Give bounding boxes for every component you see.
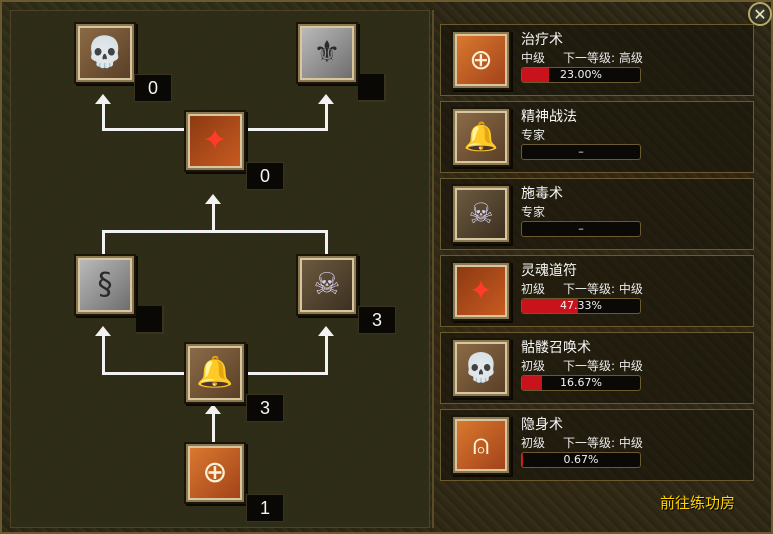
skill-icon-frame: 🔔 <box>451 107 511 167</box>
skill-points-count: 3 <box>246 394 284 422</box>
skill-name: 隐身术 <box>521 417 563 433</box>
skill-row[interactable]: ⊕ 治疗术中级 下一等级: 高级 23.00% <box>440 24 754 96</box>
connector <box>102 334 105 374</box>
connector <box>325 230 328 256</box>
skill-icon-frame: ⍝ <box>451 415 511 475</box>
arrow-up-icon <box>205 194 221 204</box>
connector <box>325 102 328 130</box>
progress-bar: 23.00% <box>521 67 641 83</box>
skill-level: 初级 <box>521 436 546 450</box>
progress-text: – <box>578 145 584 158</box>
connector <box>212 410 215 442</box>
progress-bar: – <box>521 221 641 237</box>
empty-count-slot <box>136 306 164 334</box>
arrow-up-icon <box>318 326 334 336</box>
tree-node-soul-talisman[interactable]: ✦ <box>184 110 246 172</box>
tree-node-stone-rune-left[interactable]: § <box>74 254 136 316</box>
skill-level: 专家 <box>521 128 546 142</box>
spirit-bell-icon: 🔔 <box>457 113 505 161</box>
arrow-up-icon <box>205 404 221 414</box>
skill-row[interactable]: ✦ 灵魂道符初级 下一等级: 中级 47.33% <box>440 255 754 327</box>
goto-training-room-link[interactable]: 前往练功房 <box>660 492 735 513</box>
skill-points-count: 0 <box>246 162 284 190</box>
healing-cross-icon: ⊕ <box>457 36 505 84</box>
skill-level: 专家 <box>521 205 546 219</box>
skill-points-count: 1 <box>246 494 284 522</box>
soul-talisman-icon: ✦ <box>190 116 240 166</box>
stone-rune-icon: ⚜ <box>302 28 352 78</box>
skill-icon-frame: 💀 <box>451 338 511 398</box>
next-level-text: 下一等级: 中级 <box>563 436 643 450</box>
skill-row[interactable]: ☠ 施毒术专家 – <box>440 178 754 250</box>
skill-level: 初级 <box>521 359 546 373</box>
poison-skull-icon: ☠ <box>457 190 505 238</box>
connector <box>212 202 215 232</box>
stealth-rune-icon: ⍝ <box>457 421 505 469</box>
close-button[interactable]: ✕ <box>748 2 772 26</box>
skull-icon: 💀 <box>80 28 130 78</box>
skill-points-count: 0 <box>134 74 172 102</box>
arrow-up-icon <box>95 94 111 104</box>
connector <box>244 372 328 375</box>
spirit-bell-icon: 🔔 <box>190 348 240 398</box>
progress-text: 0.67% <box>563 453 599 466</box>
stone-rune-icon: § <box>80 260 130 310</box>
skill-name: 灵魂道符 <box>521 263 577 279</box>
connector <box>325 334 328 374</box>
skill-icon-frame: ⊕ <box>451 30 511 90</box>
skill-row[interactable]: ⍝ 隐身术初级 下一等级: 中级 0.67% <box>440 409 754 481</box>
arrow-up-icon <box>318 94 334 104</box>
progress-text: 23.00% <box>560 68 602 81</box>
tree-node-skeleton[interactable]: 💀 <box>74 22 136 84</box>
soul-talisman-icon: ✦ <box>457 267 505 315</box>
skill-level: 初级 <box>521 282 546 296</box>
skill-name: 治疗术 <box>521 32 563 48</box>
tree-node-healing[interactable]: ⊕ <box>184 442 246 504</box>
progress-text: – <box>578 222 584 235</box>
skull-icon: 💀 <box>457 344 505 392</box>
progress-bar: 0.67% <box>521 452 641 468</box>
connector <box>102 230 328 233</box>
connector <box>102 230 105 256</box>
next-level-text: 下一等级: 中级 <box>563 359 643 373</box>
progress-bar: 16.67% <box>521 375 641 391</box>
skill-row[interactable]: 💀 骷髅召唤术初级 下一等级: 中级 16.67% <box>440 332 754 404</box>
skill-level: 中级 <box>521 51 546 65</box>
tree-node-spirit-bell[interactable]: 🔔 <box>184 342 246 404</box>
skill-name: 骷髅召唤术 <box>521 340 591 356</box>
tree-node-stone-rune[interactable]: ⚜ <box>296 22 358 84</box>
progress-bar: 47.33% <box>521 298 641 314</box>
progress-bar: – <box>521 144 641 160</box>
empty-count-slot <box>358 74 386 102</box>
next-level-text: 下一等级: 高级 <box>563 51 643 65</box>
poison-skull-icon: ☠ <box>302 260 352 310</box>
arrow-up-icon <box>95 326 111 336</box>
skill-icon-frame: ✦ <box>451 261 511 321</box>
healing-cross-icon: ⊕ <box>190 448 240 498</box>
connector <box>102 372 184 375</box>
panel-divider <box>432 10 434 528</box>
next-level-text: 下一等级: 中级 <box>563 282 643 296</box>
progress-text: 47.33% <box>560 299 602 312</box>
skill-row[interactable]: 🔔 精神战法专家 – <box>440 101 754 173</box>
progress-text: 16.67% <box>560 376 602 389</box>
tree-node-poison[interactable]: ☠ <box>296 254 358 316</box>
skill-name: 精神战法 <box>521 109 577 125</box>
skill-name: 施毒术 <box>521 186 563 202</box>
skill-icon-frame: ☠ <box>451 184 511 244</box>
connector <box>102 102 105 130</box>
skill-points-count: 3 <box>358 306 396 334</box>
